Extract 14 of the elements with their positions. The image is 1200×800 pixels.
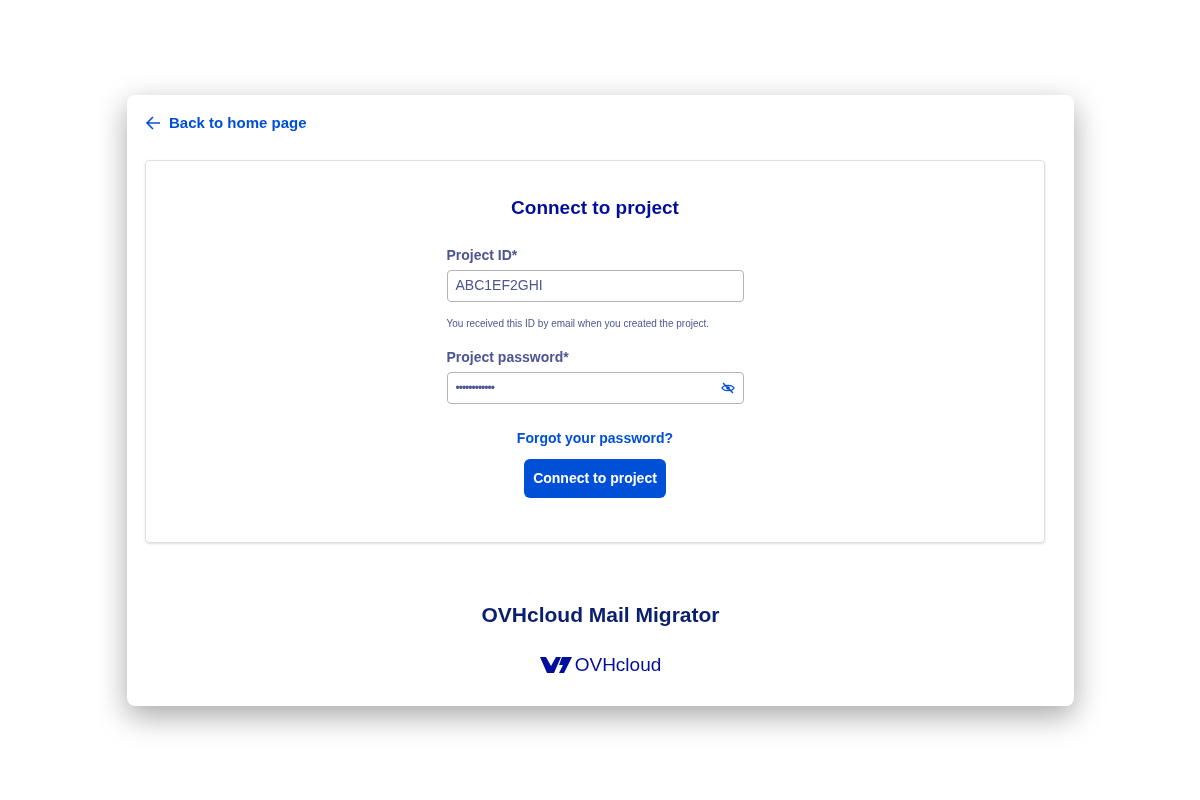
field-label: Project ID*	[446, 245, 519, 265]
back-arrow-icon	[145, 115, 161, 131]
help-text: You received this ID by email when you created the project.	[446, 316, 711, 331]
logo-text: OVHcloud	[574, 652, 662, 677]
hide-password-icon[interactable]	[720, 381, 735, 394]
project-id-field[interactable]: ABC1EF2GHI	[446, 269, 744, 302]
forgot-password-link[interactable]: Forgot your password?	[516, 427, 674, 449]
back-link[interactable]: Back to home page	[145, 113, 307, 133]
password-field[interactable]: ••••••••••••	[446, 371, 744, 404]
field-label: Project password*	[446, 347, 570, 367]
form-title: Connect to project	[511, 196, 679, 220]
logo-icon	[539, 655, 572, 674]
connect-button[interactable]: Connect to project	[524, 458, 666, 498]
app-title: OVHcloud Mail Migrator	[481, 602, 720, 628]
